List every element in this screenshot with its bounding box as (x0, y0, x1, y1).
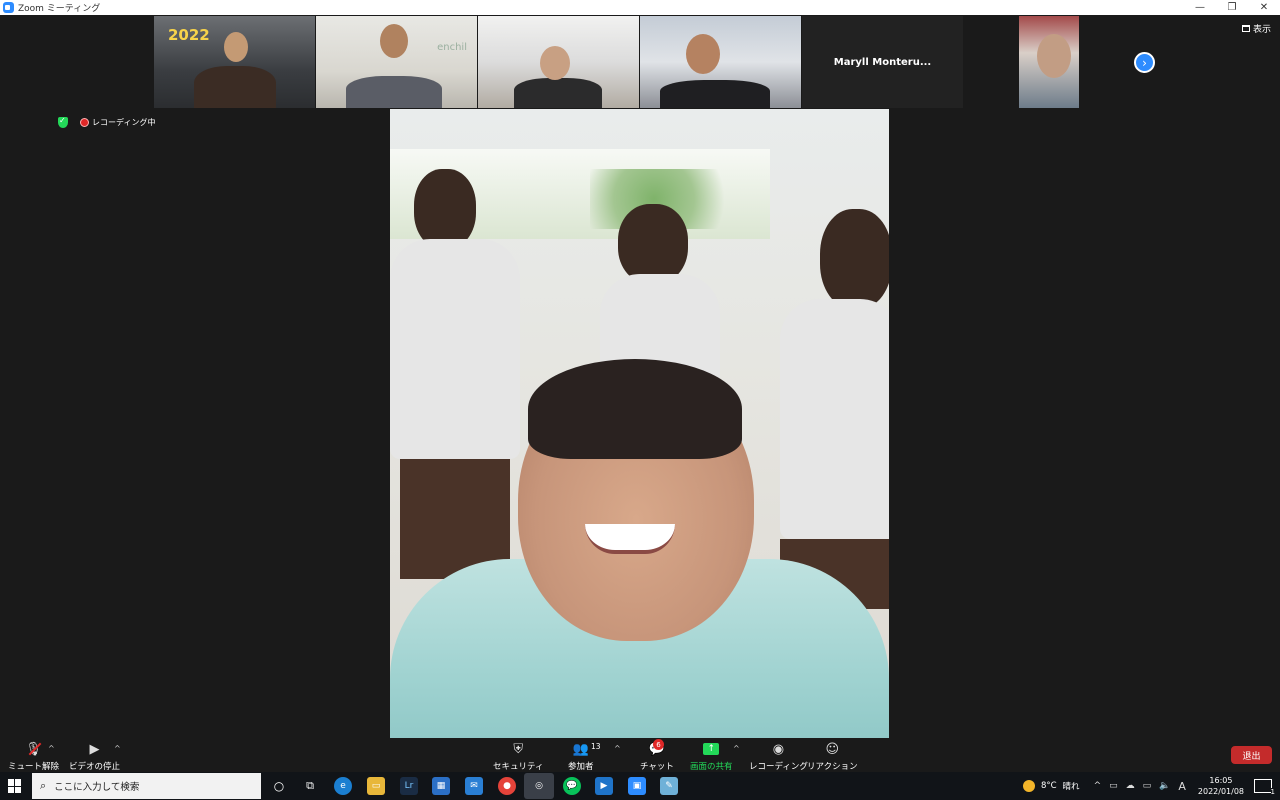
view-label: 表示 (1253, 25, 1272, 35)
chat-label: チャット (640, 762, 674, 772)
speaker-hair (528, 359, 742, 459)
share-screen-icon: ↑ (703, 743, 720, 755)
audio-options-caret-icon[interactable]: ^ (48, 744, 55, 753)
participant-name-tile[interactable]: Maryll Monteru... (802, 16, 963, 108)
participant-tile[interactable] (478, 16, 639, 108)
weather-temp[interactable]: 8°C (1041, 781, 1057, 791)
participant-tile[interactable] (1019, 16, 1079, 108)
unmute-label: ミュート解除 (8, 762, 60, 772)
restore-button[interactable]: ❐ (1216, 0, 1248, 15)
participant-tile[interactable] (640, 16, 801, 108)
task-view-icon[interactable]: ⧉ (301, 777, 319, 795)
window-title: Zoom ミーティング (18, 4, 101, 14)
participants-options-caret-icon[interactable]: ^ (614, 744, 621, 753)
security-label: セキュリティ (493, 762, 544, 772)
edge-browser-icon[interactable]: e (334, 777, 352, 795)
search-placeholder: ここに入力して検索 (54, 782, 140, 793)
zoom-logo-icon (3, 2, 14, 13)
share-screen-label: 画面の共有 (690, 762, 733, 772)
chevron-right-icon[interactable]: › (1134, 52, 1155, 73)
volume-icon[interactable]: 🔈 (1159, 781, 1170, 791)
camera-app-icon[interactable]: ◎ (524, 773, 554, 799)
view-button[interactable]: 表示 (1242, 22, 1271, 35)
notification-count: 1 (1270, 788, 1275, 796)
recording-label: レコーディング中 (92, 118, 156, 127)
windows-start-icon[interactable] (8, 779, 22, 793)
mail-icon[interactable]: ✉ (465, 777, 483, 795)
participant-tile[interactable]: enchil (316, 16, 477, 108)
security-button[interactable]: ⛨ セキュリティ (493, 740, 544, 773)
reactions-button[interactable]: ☺ リアクション (807, 740, 858, 773)
video-editor-icon[interactable]: ▶ (595, 777, 613, 795)
stop-video-button[interactable]: ▶ ビデオの停止 (69, 740, 121, 773)
active-speaker-video[interactable] (390, 109, 889, 738)
microphone-muted-icon: 🎙 (25, 740, 43, 758)
grid-view-icon (1242, 25, 1250, 32)
onedrive-cloud-icon[interactable]: ☁ (1126, 781, 1135, 791)
minimize-button[interactable]: — (1184, 0, 1216, 15)
weather-text[interactable]: 晴れ (1063, 780, 1080, 792)
record-icon: ◉ (772, 741, 785, 757)
chevron-up-icon[interactable]: ^ (1094, 781, 1102, 791)
close-button[interactable]: ✕ (1248, 0, 1280, 15)
participant-tile[interactable]: 2022 (154, 16, 315, 108)
record-dot-icon (80, 118, 89, 127)
notification-center-icon[interactable]: 1 (1254, 779, 1275, 796)
participants-label: 参加者 (568, 762, 594, 772)
clock[interactable]: 16:05 2022/01/08 (1198, 775, 1244, 797)
share-options-caret-icon[interactable]: ^ (733, 744, 740, 753)
chrome-icon[interactable]: ● (498, 777, 516, 795)
participants-count: 13 (591, 742, 601, 751)
meeting-controls: 🎙 ミュート解除 ^ ▶ ビデオの停止 ^ ⛨ セキュリティ 👥 参加者 ^ 💬… (0, 738, 1280, 772)
notes-app-icon[interactable]: ✎ (660, 777, 678, 795)
participants-icon: 👥 (572, 741, 589, 757)
meet-now-icon[interactable]: ▭ (1109, 781, 1118, 791)
line-app-icon[interactable]: 💬 (563, 777, 581, 795)
banner-2022: 2022 (168, 26, 210, 44)
leave-button[interactable]: 退出 (1231, 746, 1272, 764)
zoom-taskbar-icon[interactable]: ▣ (628, 777, 646, 795)
chat-unread-badge: 6 (653, 739, 664, 750)
network-icon[interactable]: ▭ (1143, 781, 1152, 791)
search-icon: ⌕ (40, 779, 47, 792)
file-explorer-icon[interactable]: ▭ (367, 777, 385, 795)
shield-icon: ⛨ (513, 741, 524, 757)
recording-indicator[interactable]: レコーディング中 (80, 117, 155, 128)
record-label: レコーディング (749, 762, 808, 772)
ime-indicator[interactable]: A (1178, 780, 1186, 793)
participant-strip: 2022 enchil Maryll Monteru... (154, 16, 1080, 108)
video-camera-icon: ▶ (89, 741, 100, 757)
encryption-shield-icon[interactable] (58, 116, 68, 128)
clock-date: 2022/01/08 (1197, 787, 1244, 796)
reactions-label: リアクション (807, 762, 858, 772)
stop-video-label: ビデオの停止 (69, 762, 121, 772)
clock-time: 16:05 (1209, 776, 1233, 785)
brand-text: enchil (437, 42, 467, 53)
title-bar: Zoom ミーティング — ❐ ✕ (0, 0, 1280, 15)
share-screen-button[interactable]: ↑ 画面の共有 (690, 740, 733, 772)
cortana-icon[interactable]: ○ (270, 777, 288, 795)
sun-weather-icon[interactable] (1022, 780, 1035, 792)
system-tray: 8°C 晴れ ^ ▭ ☁ ▭ 🔈 A 16:05 2022/01/08 1 (1022, 772, 1280, 800)
record-button[interactable]: ◉ レコーディング (749, 740, 808, 773)
windows-taskbar: ⌕ ここに入力して検索 ○ ⧉ e ▭ Lr ▦ ✉ ● ◎ 💬 ▶ ▣ ✎ 8… (0, 772, 1280, 800)
taskbar-search-box[interactable]: ⌕ ここに入力して検索 (32, 773, 261, 799)
store-icon[interactable]: ▦ (432, 777, 450, 795)
participants-button[interactable]: 👥 参加者 (568, 740, 594, 773)
smiley-icon: ☺ (825, 741, 840, 757)
video-options-caret-icon[interactable]: ^ (114, 744, 121, 753)
lightroom-icon[interactable]: Lr (400, 777, 418, 795)
